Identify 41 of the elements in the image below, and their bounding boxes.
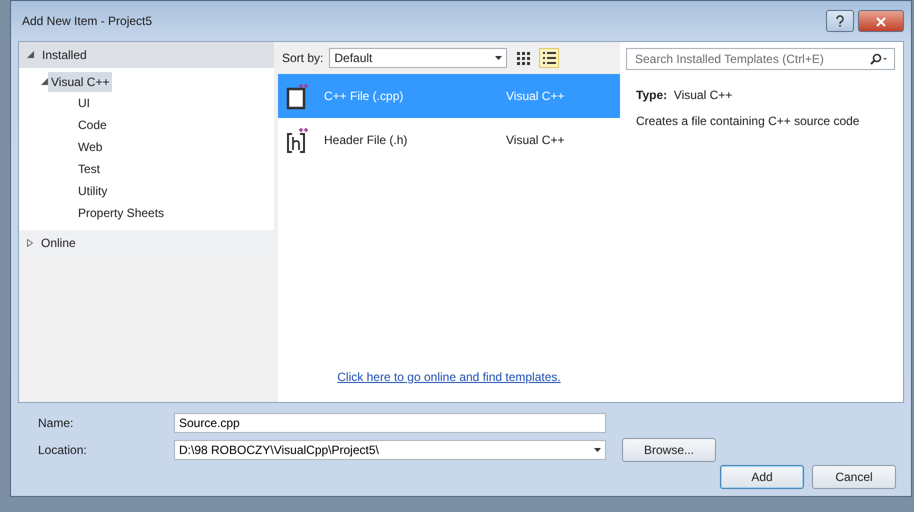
list-view-button[interactable] [539, 48, 560, 68]
sort-label: Sort by: [282, 50, 324, 67]
location-combo[interactable]: D:\98 ROBOCZY\VisualCpp\Project5\ [174, 440, 606, 460]
help-icon [835, 15, 845, 28]
dialog-button[interactable]: Cancel [812, 465, 896, 489]
online-templates-link[interactable]: Click here to go online and find templates. [337, 370, 561, 384]
tree-item[interactable]: UI [41, 92, 274, 114]
tree-item[interactable]: Web [41, 136, 274, 158]
dropdown-caret-icon[interactable] [594, 448, 601, 452]
template-name: Header File (.h) [323, 132, 408, 149]
tree-item[interactable]: Code [41, 114, 274, 136]
file-icon [286, 82, 310, 110]
dialog-button[interactable]: Add [720, 465, 804, 489]
field-label: Name: [38, 414, 74, 432]
name-field[interactable]: Source.cpp [174, 412, 606, 432]
browse-button[interactable]: Browse... [622, 438, 716, 462]
expanded-arrow-icon[interactable] [41, 76, 48, 88]
tree-header[interactable]: Online [41, 234, 76, 252]
template-type-detail: Type: Visual C++ [635, 87, 734, 104]
expanded-arrow-icon[interactable] [27, 49, 34, 61]
tree-item[interactable]: Visual C++ [48, 72, 112, 92]
search-field[interactable]: Search Installed Templates (Ctrl+E) [626, 48, 895, 70]
template-row[interactable]: Header File (.h) Visual C++ [278, 118, 620, 162]
tree-item[interactable]: Utility [41, 180, 274, 202]
field-label: Location: [38, 442, 88, 458]
tree-item[interactable]: Test [41, 158, 274, 180]
template-type: Visual C++ [506, 88, 564, 105]
dropdown-caret-icon [495, 56, 502, 60]
sort-dropdown[interactable]: Default [329, 48, 508, 68]
close-button[interactable] [858, 10, 904, 32]
template-type: Visual C++ [506, 132, 564, 149]
header-file-icon [286, 126, 310, 154]
window-title: Add New Item - Project5 [21, 13, 154, 30]
help-button[interactable] [826, 10, 854, 32]
tree-item[interactable]: Property Sheets [41, 202, 274, 224]
close-icon [876, 16, 886, 27]
template-description: Creates a file containing C++ source code [635, 113, 860, 130]
collapsed-arrow-icon[interactable] [27, 237, 33, 249]
template-name: C++ File (.cpp) [323, 88, 404, 105]
search-icon[interactable] [868, 53, 888, 65]
tree-header[interactable]: Installed [42, 46, 87, 64]
